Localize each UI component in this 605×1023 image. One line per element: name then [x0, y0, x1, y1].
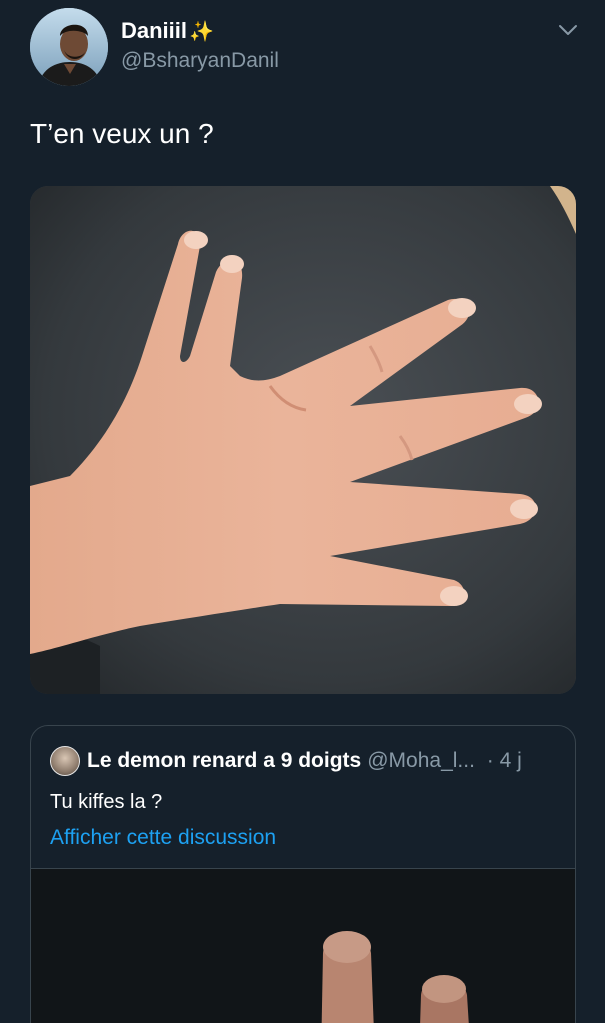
quote-author-avatar — [50, 746, 80, 776]
chevron-down-icon[interactable] — [557, 22, 579, 38]
author-handle[interactable]: @BsharyanDanil — [121, 49, 279, 73]
author-name-text: Daniiil — [121, 18, 188, 43]
quote-author-name: Le demon renard a 9 doigts — [87, 749, 362, 772]
tweet-text: T’en veux un ? — [30, 118, 214, 149]
quoted-tweet[interactable]: Le demon renard a 9 doigts @Moha_l... · 4… — [30, 725, 576, 1023]
author-avatar[interactable] — [30, 8, 108, 86]
tweet[interactable]: Daniiil✨ @BsharyanDanil T’en veux un ? — [0, 0, 605, 1023]
tweet-photo[interactable] — [30, 186, 576, 694]
quote-author-handle: @Moha_l... — [367, 749, 475, 772]
quote-timestamp: · 4 j — [486, 749, 522, 772]
author-name[interactable]: Daniiil ✨ — [121, 18, 214, 45]
quote-photo-icon — [31, 869, 575, 1023]
show-thread-link[interactable]: Afficher cette discussion — [50, 824, 276, 852]
avatar-photo — [30, 8, 108, 86]
quote-text: Tu kiffes la ? — [50, 791, 163, 813]
quote-photo[interactable] — [31, 868, 575, 1023]
sparkles-icon: ✨ — [189, 21, 214, 43]
hand-photo-icon — [30, 186, 576, 694]
quote-header: Le demon renard a 9 doigts @Moha_l... · 4… — [87, 747, 522, 775]
